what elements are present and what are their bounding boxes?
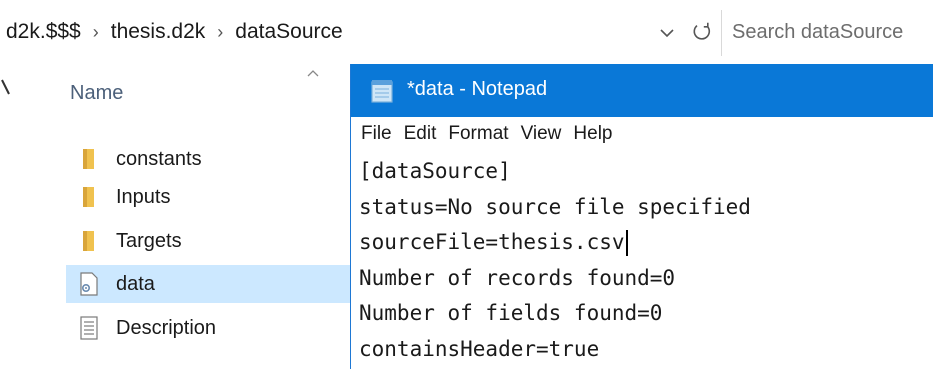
chevron-right-icon[interactable]: › <box>93 22 99 43</box>
menu-view[interactable]: View <box>521 123 562 145</box>
list-item-label: constants <box>116 147 202 170</box>
folder-icon <box>76 228 102 254</box>
navigation-pane-edge <box>0 64 40 369</box>
sort-chevron-up-icon[interactable] <box>306 68 320 78</box>
refresh-button[interactable] <box>686 16 718 48</box>
notepad-window: *data - Notepad File Edit Format View He… <box>350 64 933 369</box>
editor-line-text: sourceFile=thesis.csv <box>359 230 625 254</box>
text-file-icon <box>76 315 102 341</box>
address-bar: d2k.$$$ › thesis.d2k › dataSource Search… <box>0 0 933 65</box>
list-item[interactable]: Description <box>66 309 350 347</box>
editor-line: Number of records found=0 <box>359 265 676 290</box>
settings-file-icon <box>76 271 102 297</box>
menu-format[interactable]: Format <box>448 123 508 145</box>
search-input[interactable]: Search dataSource <box>722 10 933 56</box>
search-placeholder: Search dataSource <box>732 21 904 43</box>
text-caret <box>625 230 628 256</box>
refresh-icon <box>693 22 711 40</box>
breadcrumb-item-datasource[interactable]: dataSource <box>235 20 342 44</box>
editor-line: Number of fields found=0 <box>359 301 663 325</box>
navigation-arrow-icon <box>1 79 10 95</box>
address-history-button[interactable] <box>652 18 682 48</box>
editor-line-with-caret: sourceFile=thesis.csv <box>359 225 933 261</box>
menu-file[interactable]: File <box>361 123 392 145</box>
chevron-right-icon[interactable]: › <box>217 22 223 43</box>
list-item[interactable]: constants <box>66 140 350 178</box>
list-item[interactable]: data <box>66 265 350 303</box>
list-item-label: Description <box>116 316 217 339</box>
breadcrumb: d2k.$$$ › thesis.d2k › dataSource <box>6 16 343 48</box>
file-list: Name constants Inputs Targets data Descr… <box>0 64 350 369</box>
text-editor[interactable]: [dataSource] status=No source file speci… <box>351 150 933 369</box>
editor-line: [dataSource] <box>359 159 511 183</box>
editor-line: status=No source file specified <box>359 194 751 219</box>
menu-help[interactable]: Help <box>573 123 612 145</box>
menu-edit[interactable]: Edit <box>404 123 437 145</box>
breadcrumb-item-thesis[interactable]: thesis.d2k <box>111 20 206 44</box>
list-item-label: data <box>116 272 155 295</box>
window-title: *data - Notepad <box>407 78 548 100</box>
chevron-down-icon <box>660 29 674 38</box>
editor-line: containsHeader=true <box>359 336 600 361</box>
list-item[interactable]: Inputs <box>66 178 350 216</box>
notepad-icon <box>371 80 393 103</box>
column-header-name[interactable]: Name <box>70 82 123 105</box>
list-item-label: Targets <box>116 229 182 252</box>
list-item-label: Inputs <box>116 185 171 208</box>
list-item[interactable]: Targets <box>66 222 350 260</box>
menu-bar: File Edit Format View Help <box>351 117 933 150</box>
notepad-titlebar[interactable]: *data - Notepad <box>351 64 933 117</box>
breadcrumb-item-d2k[interactable]: d2k.$$$ <box>6 20 81 44</box>
folder-icon <box>76 146 102 172</box>
folder-icon <box>76 184 102 210</box>
